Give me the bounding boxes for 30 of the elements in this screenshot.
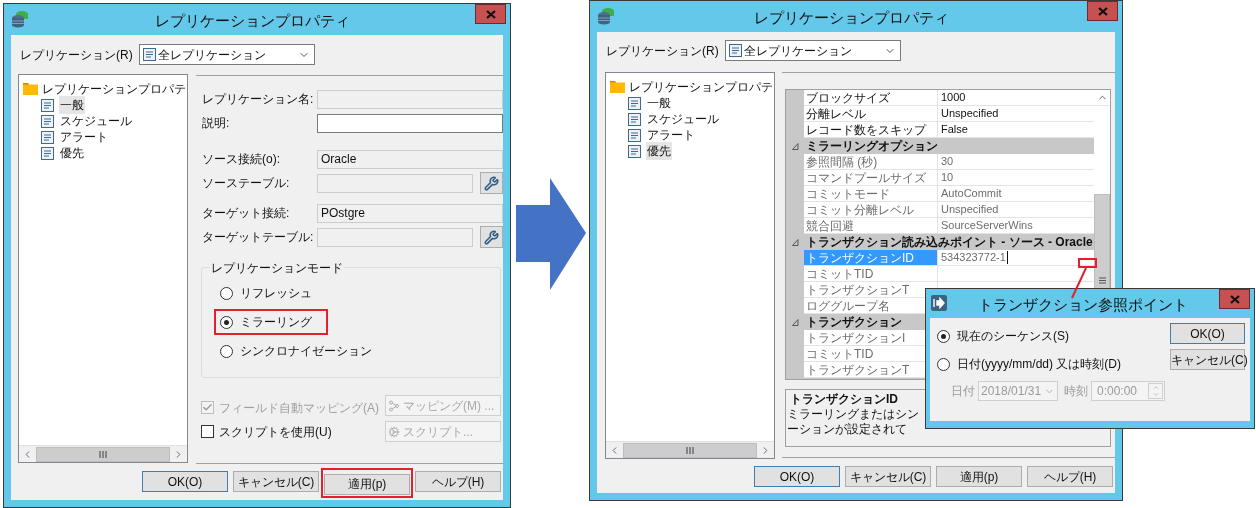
window-title: トランザクション参照ポイント [978,295,1188,315]
field-label: ソース接続(o): [202,151,280,168]
field-label: ソーステーブル: [202,175,290,192]
radio-label: シンクロナイゼーション [240,343,372,360]
time-value: 0:00:00 [1097,383,1138,400]
replication-label: レプリケーション(R) [606,42,719,60]
readonly-field: POstgre [317,203,503,223]
description-title: トランザクションID [789,392,898,407]
window-title: レプリケーションプロパティ [154,11,350,31]
checkbox-label: スクリプトを使用(U) [219,423,332,441]
readonly-field: Oracle [317,149,503,169]
field-label: ターゲット接続: [202,205,290,222]
dropdown-value: 全レプリケーション [743,42,853,60]
date-value: 2018/01/31 [981,383,1042,400]
field-label: 説明: [202,115,230,132]
description-text: ミラーリングまたはシン [787,407,919,422]
group-title: レプリケーションモード [210,259,344,277]
field-label: ターゲットテーブル: [202,229,314,246]
window-title: レプリケーションプロパティ [753,8,949,28]
radio-label: 現在のシーケンス(S) [957,328,1069,345]
dropdown-value: 全レプリケーション [157,46,267,64]
radio-label: ミラーリング [240,314,312,331]
checkbox-label: フィールド自動マッピング(A) [219,399,379,417]
radio-label: リフレッシュ [240,285,312,302]
description-text: ーションが設定されて [787,422,907,437]
field-label: レプリケーション名: [202,91,314,108]
radio-label: 日付(yyyy/mm/dd) 又は時刻(D) [957,356,1121,373]
date-label: 日付 [951,383,975,400]
replication-label: レプリケーション(R) [20,46,133,64]
time-label: 時刻 [1064,383,1088,400]
